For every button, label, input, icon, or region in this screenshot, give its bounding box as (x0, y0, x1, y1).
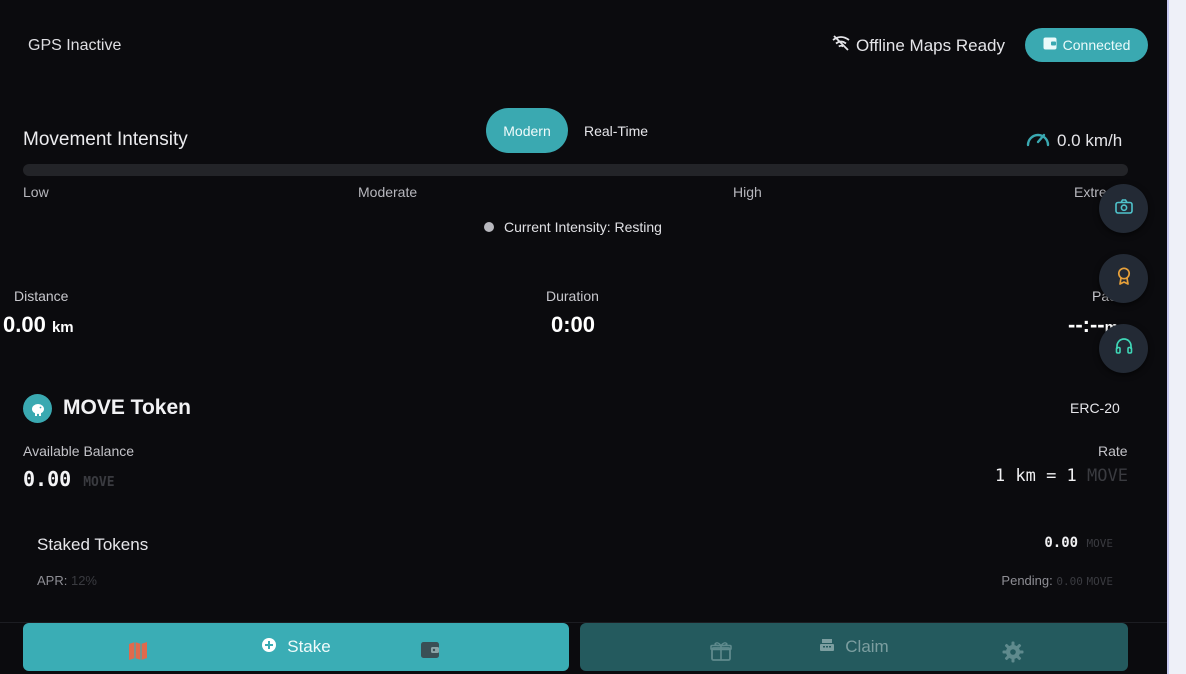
speed-value: 0.0 km/h (1057, 130, 1123, 150)
gear-icon (1002, 641, 1024, 668)
staked-tokens-value: 0.00 MOVE (1044, 535, 1113, 551)
plus-circle-icon (261, 637, 277, 658)
distance-unit: km (51, 319, 74, 336)
stake-button[interactable]: Stake (23, 623, 569, 671)
duration-label: Duration (546, 288, 599, 304)
wallet-icon (420, 641, 440, 664)
distance-label: Distance (14, 288, 69, 304)
camera-button[interactable] (1099, 184, 1148, 233)
camera-icon (1114, 198, 1133, 219)
token-title: MOVE Token (63, 396, 191, 419)
available-balance-label: Available Balance (23, 443, 135, 459)
distance-value: 0.00 km (3, 312, 74, 338)
apr-label: APR: (37, 573, 68, 588)
pending-value: 0.00 (1056, 575, 1083, 588)
level-moderate: Moderate (358, 184, 418, 200)
stake-label: Stake (287, 637, 331, 656)
nav-map[interactable] (128, 641, 148, 666)
claim-label: Claim (845, 637, 889, 656)
mode-toggle-modern[interactable]: Modern (486, 108, 568, 153)
headphones-icon (1115, 338, 1133, 359)
staked-unit: MOVE (1086, 537, 1114, 550)
gps-status: GPS Inactive (28, 37, 122, 54)
token-standard-badge: ERC-20 (1070, 400, 1120, 416)
distance-number: 0.00 (3, 312, 46, 337)
wallet-icon (1043, 37, 1057, 53)
rate-unit: MOVE (1087, 466, 1128, 486)
available-balance-value: 0.00 MOVE (23, 467, 115, 491)
duration-value: 0:00 (551, 312, 596, 337)
status-dot (484, 222, 494, 232)
wallet-status-label: Connected (1062, 37, 1131, 53)
current-intensity: Current Intensity: Resting (484, 219, 662, 235)
window-scrollbar[interactable] (1167, 0, 1186, 674)
intensity-progress-bar (23, 164, 1128, 176)
map-icon (128, 641, 148, 666)
award-icon (1117, 267, 1131, 290)
rate-text: 1 km = 1 (994, 466, 1077, 486)
achievements-button[interactable] (1099, 254, 1148, 303)
level-low: Low (23, 184, 49, 200)
balance-number: 0.00 (23, 467, 72, 491)
offline-maps-label: Offline Maps Ready (856, 35, 1005, 55)
apr-value: 12% (70, 573, 97, 588)
app-viewport: GPS Inactive Offline Maps Ready Connecte… (0, 0, 1167, 671)
wifi-off-icon (832, 35, 850, 56)
rate-label: Rate (1098, 443, 1128, 459)
balance-unit: MOVE (83, 475, 115, 490)
pending-rewards: Pending: 0.00 MOVE (1001, 573, 1113, 588)
pending-unit: MOVE (1086, 575, 1114, 588)
nav-rewards[interactable] (710, 641, 732, 666)
speedometer-icon (1025, 128, 1051, 153)
apr: APR: 12% (37, 573, 97, 588)
current-intensity-label: Current Intensity: Resting (504, 219, 662, 235)
wallet-connected-button[interactable]: Connected (1025, 28, 1148, 62)
level-high: High (733, 184, 762, 200)
offline-maps-status: Offline Maps Ready (832, 35, 1005, 56)
cash-register-icon (819, 637, 835, 657)
rate-value: 1 km = 1 MOVE (995, 466, 1128, 486)
staked-number: 0.00 (1044, 535, 1079, 551)
nav-settings[interactable] (1002, 641, 1024, 668)
movement-intensity-title: Movement Intensity (23, 129, 188, 150)
audio-guide-button[interactable] (1099, 324, 1148, 373)
speed-readout: 0.0 km/h (1025, 128, 1122, 153)
claim-button[interactable]: Claim (580, 623, 1128, 671)
nav-wallet[interactable] (420, 641, 440, 664)
gift-icon (710, 641, 732, 666)
pending-label: Pending: (1001, 573, 1053, 588)
piggy-bank-icon (23, 394, 52, 423)
pace-number: --:-- (1068, 312, 1105, 337)
mode-toggle-realtime[interactable]: Real-Time (576, 108, 656, 153)
staked-tokens-label: Staked Tokens (37, 535, 149, 554)
